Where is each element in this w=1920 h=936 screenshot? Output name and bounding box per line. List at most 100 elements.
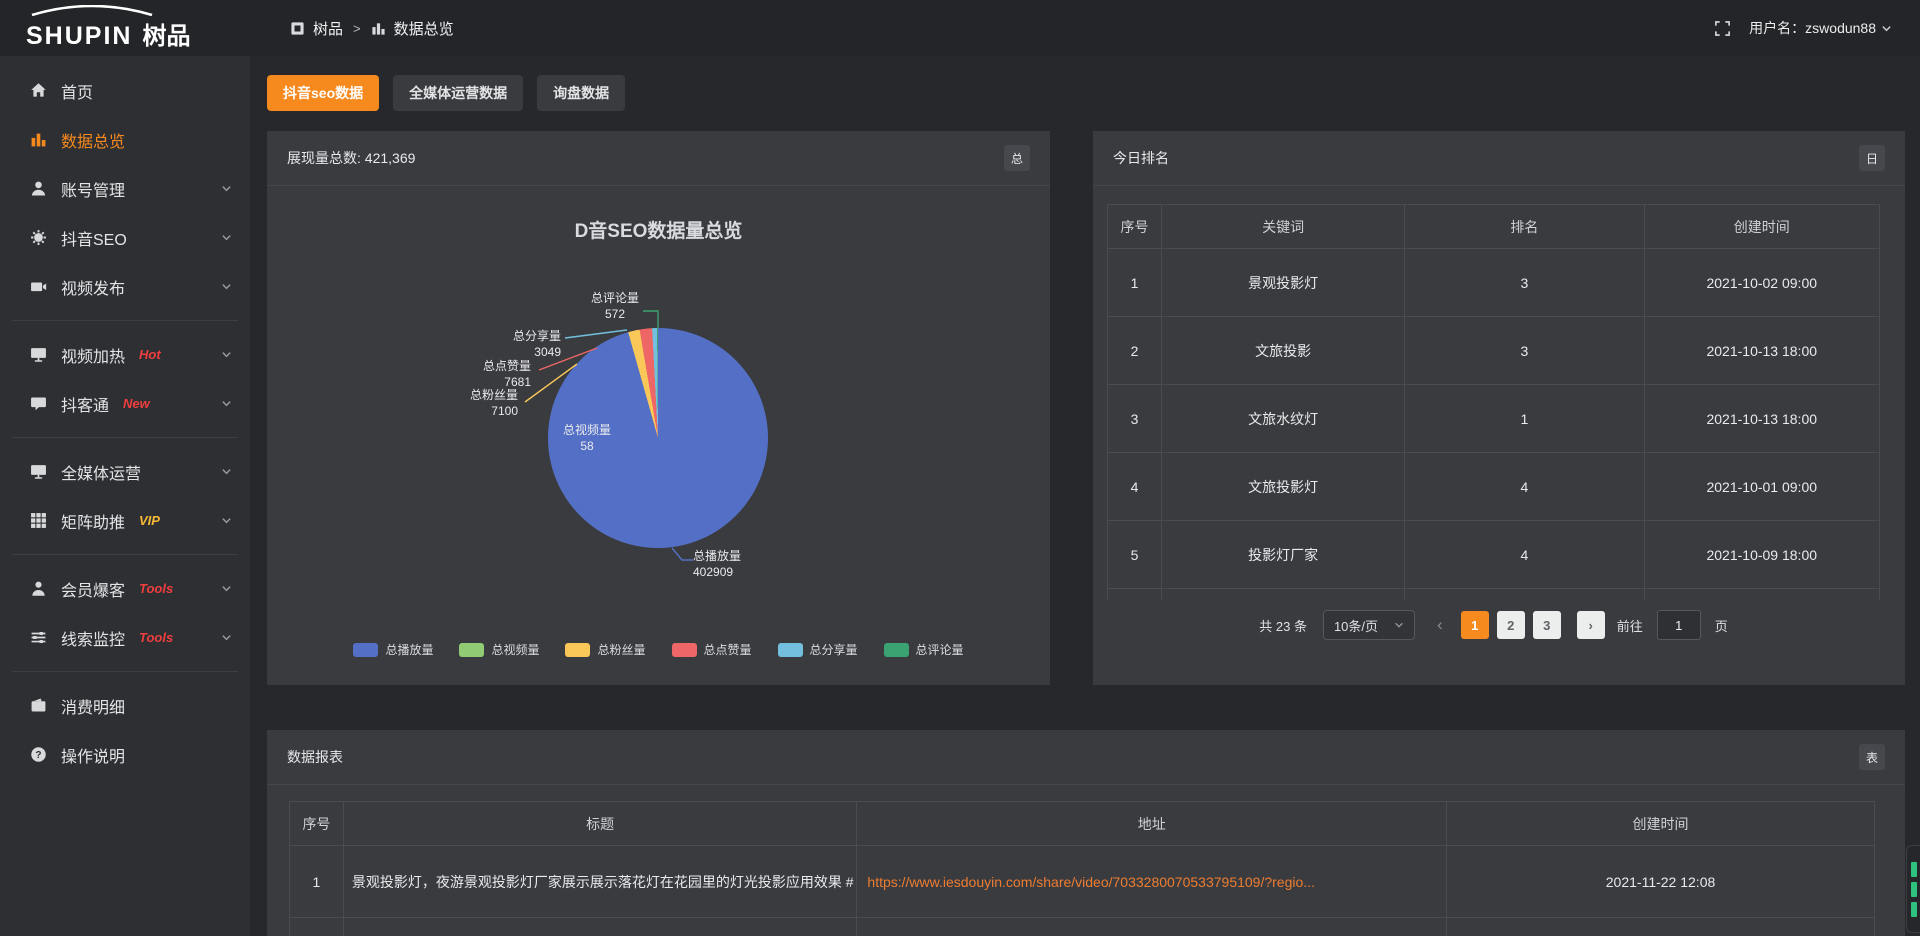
sidebar-item-label: 视频发布	[61, 275, 125, 299]
table-row[interactable]: 5投影灯厂家42021-10-09 18:00	[1108, 521, 1880, 589]
tab-douyin-seo-data[interactable]: 抖音seo数据	[267, 75, 379, 111]
table-cell: 2021-10-02 09:00	[1644, 249, 1879, 317]
chevron-down-icon	[221, 349, 232, 360]
table-row-partial	[290, 918, 1875, 936]
help-icon: ?	[30, 746, 47, 763]
tab-media-operation-data[interactable]: 全媒体运营数据	[393, 75, 523, 111]
legend-label: 总播放量	[385, 641, 433, 658]
monitor-icon	[30, 463, 47, 480]
video-upload-icon	[30, 278, 47, 295]
chat-icon	[30, 395, 47, 412]
legend-label: 总粉丝量	[597, 641, 645, 658]
sidebar-item-media-operation[interactable]: 全媒体运营	[0, 447, 250, 496]
chevron-down-icon	[221, 515, 232, 526]
sidebar-item-label: 操作说明	[61, 743, 125, 767]
legend-item-总视频量[interactable]: 总视频量	[459, 641, 539, 658]
prev-page-button[interactable]: ‹	[1431, 615, 1449, 635]
legend-item-总分享量[interactable]: 总分享量	[778, 641, 858, 658]
goto-page-input[interactable]	[1657, 610, 1701, 640]
sidebar-item-douyin-seo[interactable]: 抖音SEO	[0, 213, 250, 262]
floating-widget[interactable]	[1906, 845, 1920, 933]
breadcrumb-item[interactable]: 树品	[313, 18, 343, 39]
table-cell: 1	[1108, 249, 1162, 317]
svg-text:?: ?	[35, 750, 41, 761]
page-button-3[interactable]: 3	[1533, 611, 1561, 639]
next-page-button[interactable]: ›	[1577, 611, 1605, 639]
chevron-down-icon	[1394, 620, 1404, 630]
column-header: 关键词	[1162, 205, 1405, 249]
pie-label-name: 总评论量	[567, 290, 663, 306]
report-panel: 数据报表 表 序号标题地址创建时间1景观投影灯，夜游景观投影灯厂家展示展示落花灯…	[267, 730, 1905, 936]
page-size-select[interactable]: 10条/页	[1323, 610, 1415, 640]
sidebar-item-label: 账号管理	[61, 177, 125, 201]
main-content: 抖音seo数据全媒体运营数据询盘数据 展现量总数: 421,369 总 D音SE…	[250, 56, 1920, 936]
impressions-total-label: 展现量总数: 421,369	[287, 148, 415, 168]
table-cell: 2021-10-09 18:00	[1644, 521, 1879, 589]
table-header-row: 序号标题地址创建时间	[290, 802, 1875, 846]
table-cell: 3	[1405, 317, 1644, 385]
sidebar-item-member-baoke[interactable]: 会员爆客Tools	[0, 564, 250, 613]
sidebar-item-label: 首页	[61, 79, 93, 103]
page-button-1[interactable]: 1	[1461, 611, 1489, 639]
sidebar-item-label: 数据总览	[61, 128, 125, 152]
sidebar-item-operation-guide[interactable]: ? 操作说明	[0, 730, 250, 779]
sidebar-item-douketong[interactable]: 抖客通 New	[0, 379, 250, 428]
column-header: 序号	[1108, 205, 1162, 249]
total-badge[interactable]: 总	[1004, 145, 1030, 171]
table-row[interactable]: 1景观投影灯，夜游景观投影灯厂家展示展示落花灯在花园里的灯光投影应用效果 #ht…	[290, 846, 1875, 918]
member-icon	[30, 580, 47, 597]
pie-label-value: 7100	[422, 403, 518, 419]
sidebar-item-badge: New	[123, 396, 150, 411]
legend-item-总播放量[interactable]: 总播放量	[353, 641, 433, 658]
day-badge[interactable]: 日	[1859, 145, 1885, 171]
rank-table-container: 序号关键词排名创建时间1景观投影灯32021-10-02 09:002文旅投影3…	[1107, 204, 1880, 600]
column-header: 创建时间	[1644, 205, 1879, 249]
breadcrumb: 树品 > 数据总览	[290, 18, 454, 39]
chevron-down-icon	[221, 232, 232, 243]
table-cell	[343, 918, 857, 936]
legend-item-总点赞量[interactable]: 总点赞量	[672, 641, 752, 658]
chevron-down-icon	[221, 281, 232, 292]
table-badge[interactable]: 表	[1859, 744, 1885, 770]
bar-chart-icon	[371, 21, 386, 36]
table-cell: 5	[1108, 521, 1162, 589]
sidebar-item-label: 抖客通	[61, 392, 109, 416]
sidebar: 首页数据总览账号管理抖音SEO 视频发布视频加热Hot 抖客通 New 全媒体运营矩阵助…	[0, 56, 250, 936]
table-row[interactable]: 2文旅投影32021-10-13 18:00	[1108, 317, 1880, 385]
table-cell: 4	[1405, 453, 1644, 521]
table-cell: 1	[1405, 385, 1644, 453]
table-cell	[1447, 918, 1875, 936]
sidebar-item-video-publish[interactable]: 视频发布	[0, 262, 250, 311]
fullscreen-icon[interactable]	[1714, 20, 1731, 37]
sidebar-item-account-management[interactable]: 账号管理	[0, 164, 250, 213]
sidebar-item-data-overview[interactable]: 数据总览	[0, 115, 250, 164]
table-row[interactable]: 4文旅投影灯42021-10-01 09:00	[1108, 453, 1880, 521]
sidebar-item-label: 消费明细	[61, 694, 125, 718]
pie-label-value: 58	[539, 438, 635, 454]
logo[interactable]: SHUPIN 树品	[0, 5, 250, 51]
column-header: 排名	[1405, 205, 1644, 249]
logo-text-en: SHUPIN	[26, 22, 132, 51]
table-row[interactable]: 1景观投影灯32021-10-02 09:00	[1108, 249, 1880, 317]
legend-label: 总评论量	[916, 641, 964, 658]
legend-item-总粉丝量[interactable]: 总粉丝量	[565, 641, 645, 658]
column-header: 创建时间	[1447, 802, 1875, 846]
pie-label-name: 总播放量	[693, 548, 803, 564]
sidebar-item-video-heating[interactable]: 视频加热Hot	[0, 330, 250, 379]
grid-icon	[30, 512, 47, 529]
video-link[interactable]: https://www.iesdouyin.com/share/video/70…	[867, 874, 1315, 890]
page-button-2[interactable]: 2	[1497, 611, 1525, 639]
legend-label: 总视频量	[491, 641, 539, 658]
sidebar-item-lead-monitor[interactable]: 线索监控Tools	[0, 613, 250, 662]
sidebar-item-home[interactable]: 首页	[0, 66, 250, 115]
sidebar-item-consumption-detail[interactable]: 消费明细	[0, 681, 250, 730]
legend-item-总评论量[interactable]: 总评论量	[884, 641, 964, 658]
app-icon	[290, 21, 305, 36]
chart-title: D音SEO数据量总览	[267, 216, 1050, 243]
table-row[interactable]: 3文旅水纹灯12021-10-13 18:00	[1108, 385, 1880, 453]
tab-inquiry-data[interactable]: 询盘数据	[537, 75, 625, 111]
column-header: 序号	[290, 802, 344, 846]
user-menu[interactable]: 用户名：zswodun88	[1749, 18, 1892, 38]
sidebar-item-matrix-boost[interactable]: 矩阵助推VIP	[0, 496, 250, 545]
sidebar-divider	[12, 671, 238, 672]
